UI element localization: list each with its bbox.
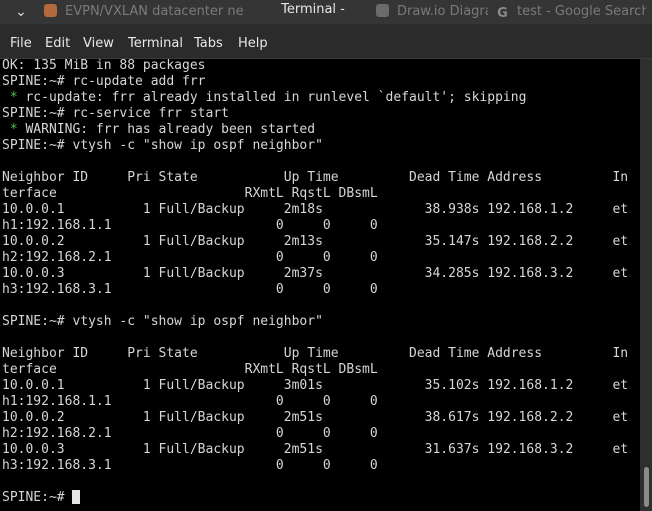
terminal-line: Neighbor ID Pri State Up Time Dead Time … [2, 346, 629, 361]
title-bar: ⌄ EVPN/VXLAN datacenter ne Draw.io Diagr… [0, 0, 652, 24]
terminal-line: SPINE:~# rc-service frr start [2, 106, 229, 121]
terminal-line: h1:192.168.1.1 0 0 0 [2, 218, 378, 233]
terminal-prompt-line: SPINE:~# [2, 490, 81, 506]
scrollbar-thumb[interactable] [644, 467, 649, 507]
background-tab-label: Draw.io Diagrams | UML, Fl [397, 4, 488, 19]
terminal-output[interactable]: OK: 135 MiB in 88 packages SPINE:~# rc-u… [0, 59, 640, 511]
menu-edit[interactable]: Edit [43, 30, 72, 58]
terminal-line: terface RXmtL RqstL DBsmL [2, 362, 378, 377]
menu-file[interactable]: File [8, 30, 34, 58]
background-tab-drawio[interactable]: Draw.io Diagrams | UML, Fl [376, 0, 488, 24]
terminal-line: SPINE:~# rc-update add frr [2, 74, 206, 89]
menu-view[interactable]: View [81, 30, 116, 58]
menu-tabs[interactable]: Tabs [192, 30, 225, 58]
terminal-prompt: SPINE:~# [2, 490, 73, 505]
menu-bar: File Edit View Terminal Tabs Help [0, 30, 652, 58]
background-tab-label: test - Google Search [517, 4, 646, 19]
terminal-line: 10.0.0.2 1 Full/Backup 2m13s 35.147s 192… [2, 234, 629, 249]
background-tab-evpn[interactable]: EVPN/VXLAN datacenter ne [44, 0, 244, 24]
terminal-scrollbar[interactable] [640, 59, 652, 511]
site-icon [44, 4, 57, 17]
text-cursor [72, 490, 81, 504]
terminal-line: OK: 135 MiB in 88 packages [2, 59, 206, 73]
menu-help[interactable]: Help [236, 30, 270, 58]
terminal-line: terface RXmtL RqstL DBsmL [2, 186, 378, 201]
terminal-line: h3:192.168.3.1 0 0 0 [2, 458, 378, 473]
bullet-icon: * [2, 122, 18, 137]
terminal-line: 10.0.0.3 1 Full/Backup 2m51s 31.637s 192… [2, 442, 629, 457]
terminal-line: 10.0.0.1 1 Full/Backup 2m18s 38.938s 192… [2, 202, 629, 217]
terminal-line: * WARNING: frr has already been started [2, 122, 316, 137]
terminal-line: h3:192.168.3.1 0 0 0 [2, 282, 378, 297]
terminal-line: SPINE:~# vtysh -c "show ip ospf neighbor… [2, 314, 323, 329]
terminal-line: h2:192.168.2.1 0 0 0 [2, 250, 378, 265]
terminal-line: h2:192.168.2.1 0 0 0 [2, 426, 378, 441]
drawio-icon [376, 4, 389, 17]
terminal-line: 10.0.0.1 1 Full/Backup 3m01s 35.102s 192… [2, 378, 629, 393]
chevron-down-icon[interactable]: ⌄ [10, 2, 32, 22]
background-tab-google[interactable]: Gtest - Google Search [496, 0, 646, 24]
terminal-line: SPINE:~# vtysh -c "show ip ospf neighbor… [2, 138, 323, 153]
google-icon: G [497, 6, 508, 21]
terminal-line: * rc-update: frr already installed in ru… [2, 90, 527, 105]
menu-terminal[interactable]: Terminal [126, 30, 185, 58]
bullet-icon: * [2, 90, 18, 105]
terminal-line: 10.0.0.3 1 Full/Backup 2m37s 34.285s 192… [2, 266, 629, 281]
terminal-line: h1:192.168.1.1 0 0 0 [2, 394, 378, 409]
background-tab-label: EVPN/VXLAN datacenter ne [65, 4, 244, 19]
terminal-line: Neighbor ID Pri State Up Time Dead Time … [2, 170, 629, 185]
window-title: Terminal - [250, 0, 376, 24]
terminal-line: 10.0.0.2 1 Full/Backup 2m51s 38.617s 192… [2, 410, 629, 425]
